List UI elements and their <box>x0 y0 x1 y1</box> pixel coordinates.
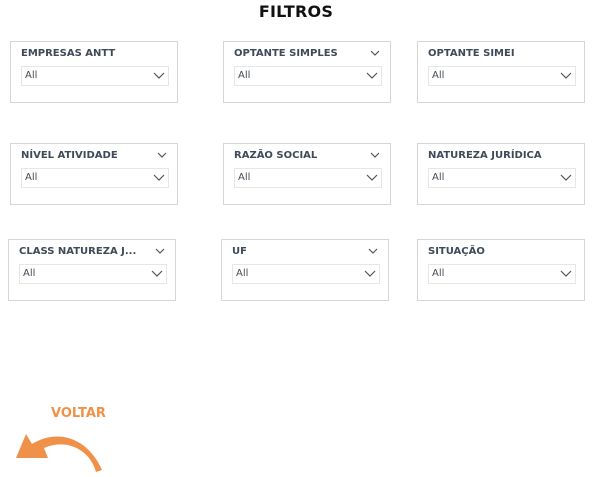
chevron-down-icon <box>560 174 572 181</box>
empresas-antt-dropdown[interactable]: All <box>21 66 169 86</box>
uf-dropdown[interactable]: All <box>232 264 380 284</box>
dropdown-value: All <box>25 172 38 183</box>
slicer-header: OPTANTE SIMEI <box>428 48 576 62</box>
undo-arrow-icon[interactable] <box>12 428 104 474</box>
page-title: FILTROS <box>258 2 334 21</box>
slicer-optante-simples: OPTANTE SIMPLES All <box>223 41 391 103</box>
class-natureza-juridica-dropdown[interactable]: All <box>19 264 167 284</box>
slicer-header: EMPRESAS ANTT <box>21 48 169 62</box>
chevron-down-icon <box>366 174 378 181</box>
slicer-class-natureza-juridica: CLASS NATUREZA J... All <box>8 239 176 301</box>
slicer-title: UF <box>232 246 247 257</box>
slicer-header: OPTANTE SIMPLES <box>234 48 382 62</box>
slicer-title: NÍVEL ATIVIDADE <box>21 150 118 161</box>
chevron-down-icon[interactable] <box>370 151 380 159</box>
slicer-header: NATUREZA JURÍDICA <box>428 150 576 164</box>
slicer-title: EMPRESAS ANTT <box>21 48 116 59</box>
dropdown-value: All <box>236 268 249 279</box>
optante-simples-dropdown[interactable]: All <box>234 66 382 86</box>
slicer-situacao: SITUAÇÃO All <box>417 239 585 301</box>
chevron-down-icon[interactable] <box>370 49 380 57</box>
slicer-optante-simei: OPTANTE SIMEI All <box>417 41 585 103</box>
chevron-down-icon <box>364 270 376 277</box>
chevron-down-icon[interactable] <box>155 247 165 255</box>
slicer-title: NATUREZA JURÍDICA <box>428 150 542 161</box>
situacao-dropdown[interactable]: All <box>428 264 576 284</box>
slicer-title: OPTANTE SIMPLES <box>234 48 338 59</box>
slicer-header: NÍVEL ATIVIDADE <box>21 150 169 164</box>
dropdown-value: All <box>432 172 445 183</box>
chevron-down-icon[interactable] <box>368 247 378 255</box>
dropdown-value: All <box>238 70 251 81</box>
slicer-natureza-juridica: NATUREZA JURÍDICA All <box>417 143 585 205</box>
slicer-title: SITUAÇÃO <box>428 246 485 257</box>
slicer-uf: UF All <box>221 239 389 301</box>
chevron-down-icon <box>560 270 572 277</box>
chevron-down-icon[interactable] <box>157 151 167 159</box>
dropdown-value: All <box>432 70 445 81</box>
slicer-nivel-atividade: NÍVEL ATIVIDADE All <box>10 143 178 205</box>
slicer-header: UF <box>232 246 380 260</box>
slicer-title: CLASS NATUREZA J... <box>19 246 137 257</box>
razao-social-dropdown[interactable]: All <box>234 168 382 188</box>
dropdown-value: All <box>25 70 38 81</box>
slicer-title: RAZÃO SOCIAL <box>234 150 318 161</box>
chevron-down-icon <box>366 72 378 79</box>
slicer-empresas-antt: EMPRESAS ANTT All <box>10 41 178 103</box>
chevron-down-icon <box>560 72 572 79</box>
natureza-juridica-dropdown[interactable]: All <box>428 168 576 188</box>
dropdown-value: All <box>23 268 36 279</box>
chevron-down-icon <box>151 270 163 277</box>
slicer-title: OPTANTE SIMEI <box>428 48 515 59</box>
dropdown-value: All <box>238 172 251 183</box>
chevron-down-icon <box>153 72 165 79</box>
slicer-razao-social: RAZÃO SOCIAL All <box>223 143 391 205</box>
slicer-header: SITUAÇÃO <box>428 246 576 260</box>
slicer-header: CLASS NATUREZA J... <box>19 246 167 260</box>
chevron-down-icon <box>153 174 165 181</box>
nivel-atividade-dropdown[interactable]: All <box>21 168 169 188</box>
back-button-label[interactable]: VOLTAR <box>51 406 106 421</box>
dropdown-value: All <box>432 268 445 279</box>
slicer-header: RAZÃO SOCIAL <box>234 150 382 164</box>
optante-simei-dropdown[interactable]: All <box>428 66 576 86</box>
